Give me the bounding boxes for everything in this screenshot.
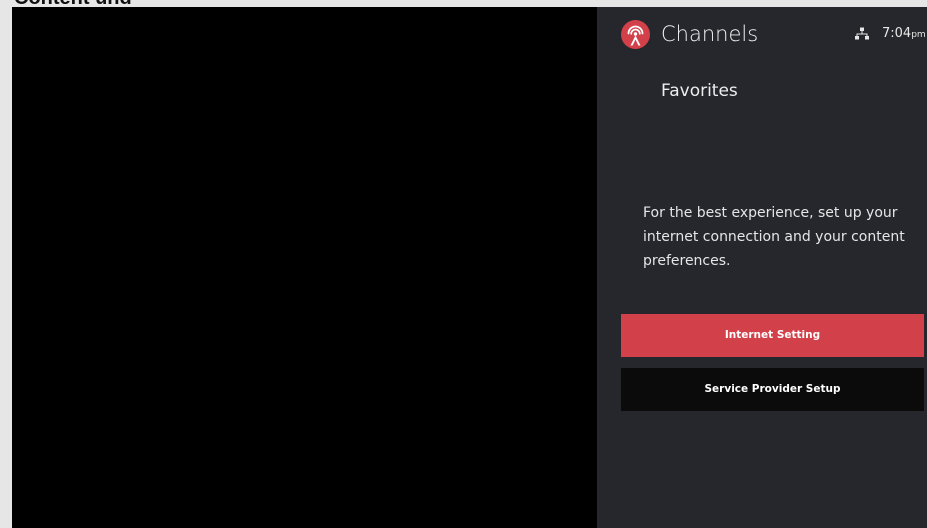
network-icon	[855, 27, 869, 40]
clock-time: 7:04	[882, 26, 912, 41]
setup-message: For the best experience, set up your int…	[643, 205, 905, 269]
favorites-title: Favorites	[661, 81, 738, 101]
channels-logo-icon	[621, 20, 650, 49]
clock-ampm: pm	[911, 30, 926, 40]
video-preview	[12, 7, 597, 528]
side-panel: Channels 7:04pm Favorites For the best e…	[597, 7, 927, 528]
panel-header: Channels 7:04pm	[597, 7, 927, 62]
screen: Content und Channels	[0, 0, 927, 528]
app-title: Channels	[661, 22, 759, 46]
tv-frame: Channels 7:04pm Favorites For the best e…	[12, 7, 927, 528]
service-provider-setup-button[interactable]: Service Provider Setup	[621, 368, 924, 411]
clock: 7:04pm	[882, 25, 926, 44]
internet-setting-button[interactable]: Internet Setting	[621, 314, 924, 357]
